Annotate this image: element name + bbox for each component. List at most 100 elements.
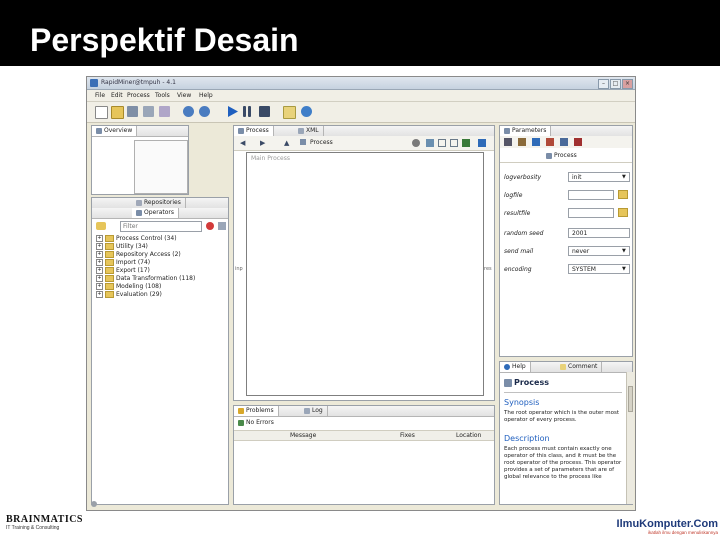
stop-icon[interactable]: [259, 106, 270, 117]
redo-icon[interactable]: [199, 106, 210, 117]
process-canvas[interactable]: Main Process: [246, 152, 484, 396]
auto-wire-icon[interactable]: [412, 139, 420, 147]
pause-icon-bar1[interactable]: [243, 106, 246, 117]
tree-item[interactable]: + Import (74): [96, 259, 150, 266]
clear-filter-icon[interactable]: [206, 222, 214, 230]
save-as-icon[interactable]: [143, 106, 154, 117]
dropdown-arrow-icon[interactable]: ▼: [622, 248, 626, 254]
menu-edit[interactable]: Edit: [111, 92, 123, 99]
overview-thumbnail[interactable]: [134, 140, 188, 194]
operator-filter-input[interactable]: [120, 221, 202, 232]
ilmukomputer-logo: IlmuKomputer.Com ikatlah ilmu dengan men…: [598, 518, 718, 538]
export-icon[interactable]: [462, 139, 470, 147]
process-panel: Process XML ◀ ▶ ▲ Process Main Process i…: [233, 125, 495, 401]
param-logverbosity-select[interactable]: init: [568, 172, 630, 182]
breakpoint-icon[interactable]: [518, 138, 526, 146]
operators-icon: [136, 209, 142, 216]
param-label: resultfile: [504, 210, 531, 217]
help-icon: [504, 363, 510, 370]
undo-icon[interactable]: [183, 106, 194, 117]
tab-comment[interactable]: Comment: [556, 362, 603, 372]
expert-mode-icon[interactable]: [560, 138, 568, 146]
print-process-icon[interactable]: [478, 139, 486, 147]
column-header[interactable]: Fixes: [400, 432, 415, 439]
minimize-button[interactable]: –: [598, 79, 609, 89]
help-title: Process: [514, 378, 549, 387]
param-label: logfile: [504, 192, 523, 199]
maximize-button[interactable]: □: [610, 79, 621, 89]
param-label: random seed: [504, 230, 544, 237]
param-random-seed-input[interactable]: 2001: [568, 228, 630, 238]
column-header[interactable]: Location: [456, 432, 481, 439]
zoom-icon[interactable]: [450, 139, 458, 147]
process-operator-icon: [546, 152, 552, 159]
tab-operators[interactable]: Operators: [132, 208, 179, 218]
tab-parameters[interactable]: Parameters: [500, 126, 552, 136]
slide-title: Perspektif Desain: [30, 22, 299, 58]
process-icon: [238, 127, 244, 134]
breadcrumb[interactable]: Process: [310, 139, 333, 146]
tab-repositories[interactable]: Repositories: [132, 198, 186, 208]
back-arrow-icon[interactable]: ◀: [240, 139, 245, 147]
open-icon[interactable]: [111, 106, 124, 119]
main-toolbar: [87, 102, 635, 123]
scrollbar-thumb[interactable]: [628, 386, 633, 412]
forward-arrow-icon[interactable]: ▶: [260, 139, 265, 147]
dropdown-arrow-icon[interactable]: ▼: [622, 174, 626, 180]
tree-item[interactable]: + Modeling (108): [96, 283, 161, 290]
dropdown-arrow-icon[interactable]: ▼: [622, 266, 626, 272]
tab-log[interactable]: Log: [300, 406, 328, 416]
close-button[interactable]: ×: [622, 79, 633, 89]
info-icon[interactable]: [301, 106, 312, 117]
run-icon[interactable]: [227, 106, 238, 117]
problems-status: No Errors: [246, 419, 274, 426]
validate-icon[interactable]: [283, 106, 296, 119]
folder-icon: [105, 251, 114, 258]
browse-folder-icon[interactable]: [618, 190, 628, 199]
up-arrow-icon[interactable]: ▲: [284, 139, 289, 147]
param-send-mail-select[interactable]: never: [568, 246, 630, 256]
tab-help[interactable]: Help: [500, 362, 531, 372]
param-logfile-input[interactable]: [568, 190, 614, 200]
tab-overview[interactable]: Overview: [92, 126, 138, 136]
new-building-block-icon[interactable]: [96, 222, 106, 230]
menu-view[interactable]: View: [177, 92, 191, 99]
problems-panel: Problems Log No Errors Message Fixes Loc…: [233, 405, 495, 505]
arrange-icon[interactable]: [426, 139, 434, 147]
pause-icon-bar2[interactable]: [248, 106, 251, 117]
menu-tools[interactable]: Tools: [155, 92, 170, 99]
operator-info-icon[interactable]: [504, 138, 512, 146]
parameters-toolbar: [500, 136, 632, 148]
tree-item[interactable]: + Utility (34): [96, 243, 148, 250]
print-icon[interactable]: [159, 106, 170, 117]
param-resultfile-input[interactable]: [568, 208, 614, 218]
menu-help[interactable]: Help: [199, 92, 213, 99]
folder-icon: [105, 259, 114, 266]
filter-options-icon[interactable]: [218, 222, 226, 230]
help-scrollbar[interactable]: [626, 372, 634, 504]
result-port[interactable]: res: [484, 266, 492, 272]
tree-item[interactable]: + Process Control (34): [96, 235, 177, 242]
folder-icon: [105, 267, 114, 274]
save-icon[interactable]: [127, 106, 138, 117]
tree-item[interactable]: + Export (17): [96, 267, 150, 274]
tab-problems[interactable]: Problems: [234, 406, 279, 416]
input-port[interactable]: inp: [235, 266, 243, 272]
browse-folder-icon[interactable]: [618, 208, 628, 217]
tree-item[interactable]: + Data Transformation (118): [96, 275, 195, 282]
tree-item[interactable]: + Evaluation (29): [96, 291, 162, 298]
toggle-icon[interactable]: [532, 138, 540, 146]
tab-process[interactable]: Process: [234, 126, 274, 136]
tab-xml[interactable]: XML: [294, 126, 324, 136]
menu-process[interactable]: Process: [127, 92, 150, 99]
menu-file[interactable]: File: [95, 92, 105, 99]
new-icon[interactable]: [95, 106, 108, 119]
comment-icon: [560, 363, 566, 370]
folder-icon: [105, 275, 114, 282]
rename-icon[interactable]: [546, 138, 554, 146]
grid-icon[interactable]: [438, 139, 446, 147]
delete-icon[interactable]: [574, 138, 582, 146]
param-encoding-select[interactable]: SYSTEM: [568, 264, 630, 274]
tree-item[interactable]: + Repository Access (2): [96, 251, 181, 258]
column-header[interactable]: Message: [290, 432, 316, 439]
